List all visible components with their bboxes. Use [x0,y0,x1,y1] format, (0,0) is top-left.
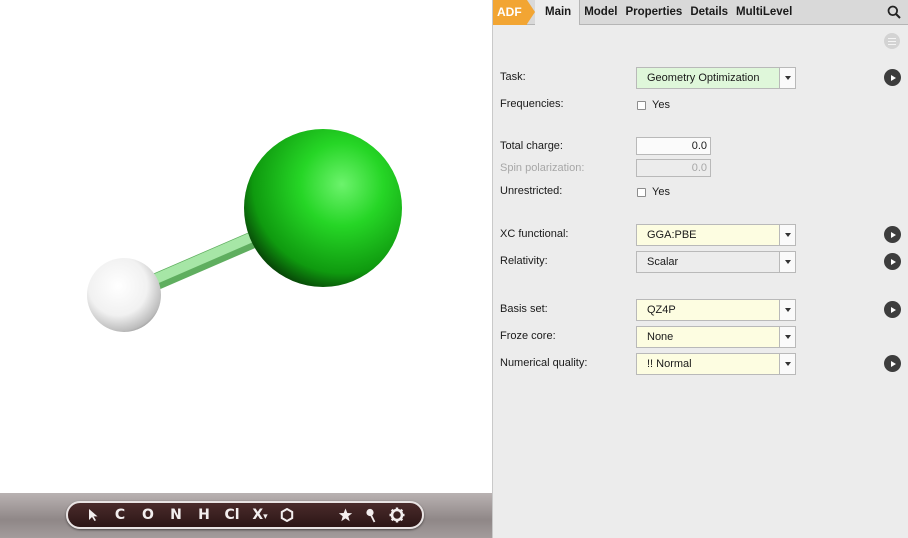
tool-other-label: X [252,507,264,523]
froze-core-value: None [647,331,674,343]
chevron-down-icon: ▾ [263,512,268,522]
numerical-quality-label: Numerical quality: [500,357,588,369]
relativity-value: Scalar [647,256,679,268]
molecule-viewer[interactable]: C O N H Cl X▾ [0,0,492,538]
frequencies-yes-label: Yes [652,99,670,111]
gear-icon[interactable] [384,505,410,525]
unrestricted-row: Unrestricted: Yes [493,181,908,203]
basis-set-label: Basis set: [500,303,548,315]
chevron-right-circle-icon[interactable] [884,301,901,318]
numerical-quality-row: Numerical quality: !! Normal [493,353,908,375]
tab-details[interactable]: Details [686,0,732,25]
xc-functional-select[interactable]: GGA:PBE [636,224,796,246]
chevron-right-circle-icon[interactable] [884,253,901,270]
tab-properties[interactable]: Properties [621,0,686,25]
relativity-select[interactable]: Scalar [636,251,796,273]
task-select[interactable]: Geometry Optimization [636,67,796,89]
unrestricted-label: Unrestricted: [500,185,563,197]
pin-icon[interactable] [358,505,384,525]
tab-model[interactable]: Model [580,0,621,25]
chevron-right-circle-icon[interactable] [884,355,901,372]
chevron-down-icon [779,252,795,272]
xc-functional-label: XC functional: [500,228,569,240]
star-icon[interactable] [332,505,358,525]
tool-nitrogen[interactable]: N [162,507,190,523]
tool-carbon[interactable]: C [106,507,134,523]
spin-polarization-label: Spin polarization: [500,162,585,174]
task-value: Geometry Optimization [647,72,760,84]
tool-chlorine[interactable]: Cl [218,507,246,523]
checkbox-box[interactable] [637,187,646,197]
unrestricted-yes-label: Yes [652,186,670,198]
total-charge-row: Total charge: 0.0 [493,136,908,158]
unrestricted-checkbox[interactable]: Yes [637,186,670,198]
numerical-quality-value: !! Normal [647,358,692,370]
chevron-right-circle-icon[interactable] [884,69,901,86]
menu-icon[interactable] [884,33,900,49]
frequencies-checkbox[interactable]: Yes [637,99,670,111]
tab-multilevel[interactable]: MultiLevel [732,0,796,25]
atom-toolbar: C O N H Cl X▾ [66,501,424,529]
tool-hydrogen[interactable]: H [190,507,218,523]
chevron-down-icon [779,225,795,245]
task-label: Task: [500,71,526,83]
tool-other-element[interactable]: X▾ [246,507,274,523]
task-row: Task: Geometry Optimization [493,67,908,89]
checkbox-box[interactable] [637,100,646,110]
total-charge-field[interactable]: 0.0 [636,137,711,155]
xc-functional-value: GGA:PBE [647,229,697,241]
relativity-label: Relativity: [500,255,548,267]
chevron-right-circle-icon[interactable] [884,226,901,243]
spin-polarization-row: Spin polarization: 0.0 [493,158,908,180]
tab-main[interactable]: Main [535,0,581,25]
hexagon-ring-icon[interactable] [274,505,300,525]
spin-polarization-field: 0.0 [636,159,711,177]
froze-core-row: Froze core: None [493,326,908,348]
frequencies-row: Frequencies: Yes [493,94,908,116]
chevron-down-icon [779,300,795,320]
total-charge-label: Total charge: [500,140,563,152]
chevron-down-icon [779,327,795,347]
basis-set-value: QZ4P [647,304,676,316]
froze-core-select[interactable]: None [636,326,796,348]
search-icon[interactable] [879,0,908,25]
tab-adf[interactable]: ADF [493,0,535,25]
basis-set-row: Basis set: QZ4P [493,299,908,321]
chlorine-atom[interactable] [244,129,402,287]
molecule-canvas[interactable] [0,0,492,493]
tab-bar: ADF Main Model Properties Details MultiL… [493,0,908,25]
froze-core-label: Froze core: [500,330,556,342]
chevron-down-icon [779,354,795,374]
chevron-down-icon [779,68,795,88]
arrow-cursor-icon[interactable] [80,505,106,525]
basis-set-select[interactable]: QZ4P [636,299,796,321]
relativity-row: Relativity: Scalar [493,251,908,273]
settings-panel: ADF Main Model Properties Details MultiL… [492,0,908,538]
xc-functional-row: XC functional: GGA:PBE [493,224,908,246]
frequencies-label: Frequencies: [500,98,564,110]
tool-oxygen[interactable]: O [134,507,162,523]
numerical-quality-select[interactable]: !! Normal [636,353,796,375]
hydrogen-atom[interactable] [87,258,161,332]
